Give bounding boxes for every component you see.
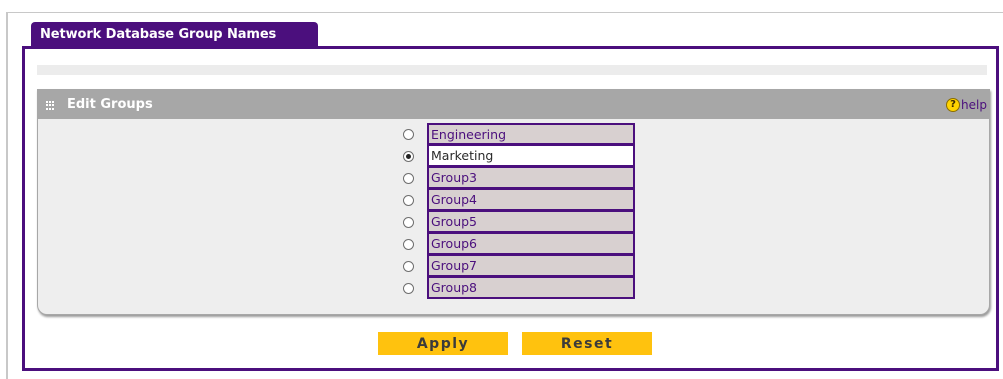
group-name-field[interactable] <box>427 233 635 255</box>
group-row <box>403 233 635 255</box>
group-name-field[interactable] <box>427 255 635 277</box>
group-row <box>403 277 635 299</box>
apply-button[interactable]: Apply <box>378 332 508 355</box>
group-radio[interactable] <box>403 150 414 162</box>
frame-left-border <box>6 12 8 379</box>
spacer-bar <box>37 65 987 75</box>
edit-groups-section: Edit Groups ? help <box>37 89 990 315</box>
group-row <box>403 211 635 233</box>
group-radio[interactable] <box>403 216 414 228</box>
main-panel: Edit Groups ? help Apply Reset <box>22 46 999 371</box>
group-row <box>403 189 635 211</box>
reset-button[interactable]: Reset <box>522 332 652 355</box>
group-radio[interactable] <box>403 238 414 250</box>
group-row <box>403 123 635 145</box>
group-radio[interactable] <box>403 128 414 140</box>
group-row <box>403 167 635 189</box>
group-name-field[interactable] <box>427 145 635 167</box>
group-row <box>403 145 635 167</box>
group-radio[interactable] <box>403 172 414 184</box>
group-radio[interactable] <box>403 282 414 294</box>
group-row <box>403 255 635 277</box>
section-title: Edit Groups <box>67 97 153 112</box>
help-link[interactable]: ? help <box>946 97 987 113</box>
group-name-field[interactable] <box>427 277 635 299</box>
group-name-field[interactable] <box>427 123 635 145</box>
group-name-field[interactable] <box>427 167 635 189</box>
group-name-field[interactable] <box>427 189 635 211</box>
edit-groups-header: Edit Groups ? help <box>38 90 989 119</box>
help-label[interactable]: help <box>961 98 987 112</box>
group-radio[interactable] <box>403 260 414 272</box>
group-radio[interactable] <box>403 194 414 206</box>
tab-network-database-group-names[interactable]: Network Database Group Names <box>31 22 318 48</box>
question-circle-icon[interactable]: ? <box>946 98 961 112</box>
group-name-field[interactable] <box>427 211 635 233</box>
frame-top-border <box>6 12 1003 13</box>
grid-dots-icon <box>46 101 55 110</box>
